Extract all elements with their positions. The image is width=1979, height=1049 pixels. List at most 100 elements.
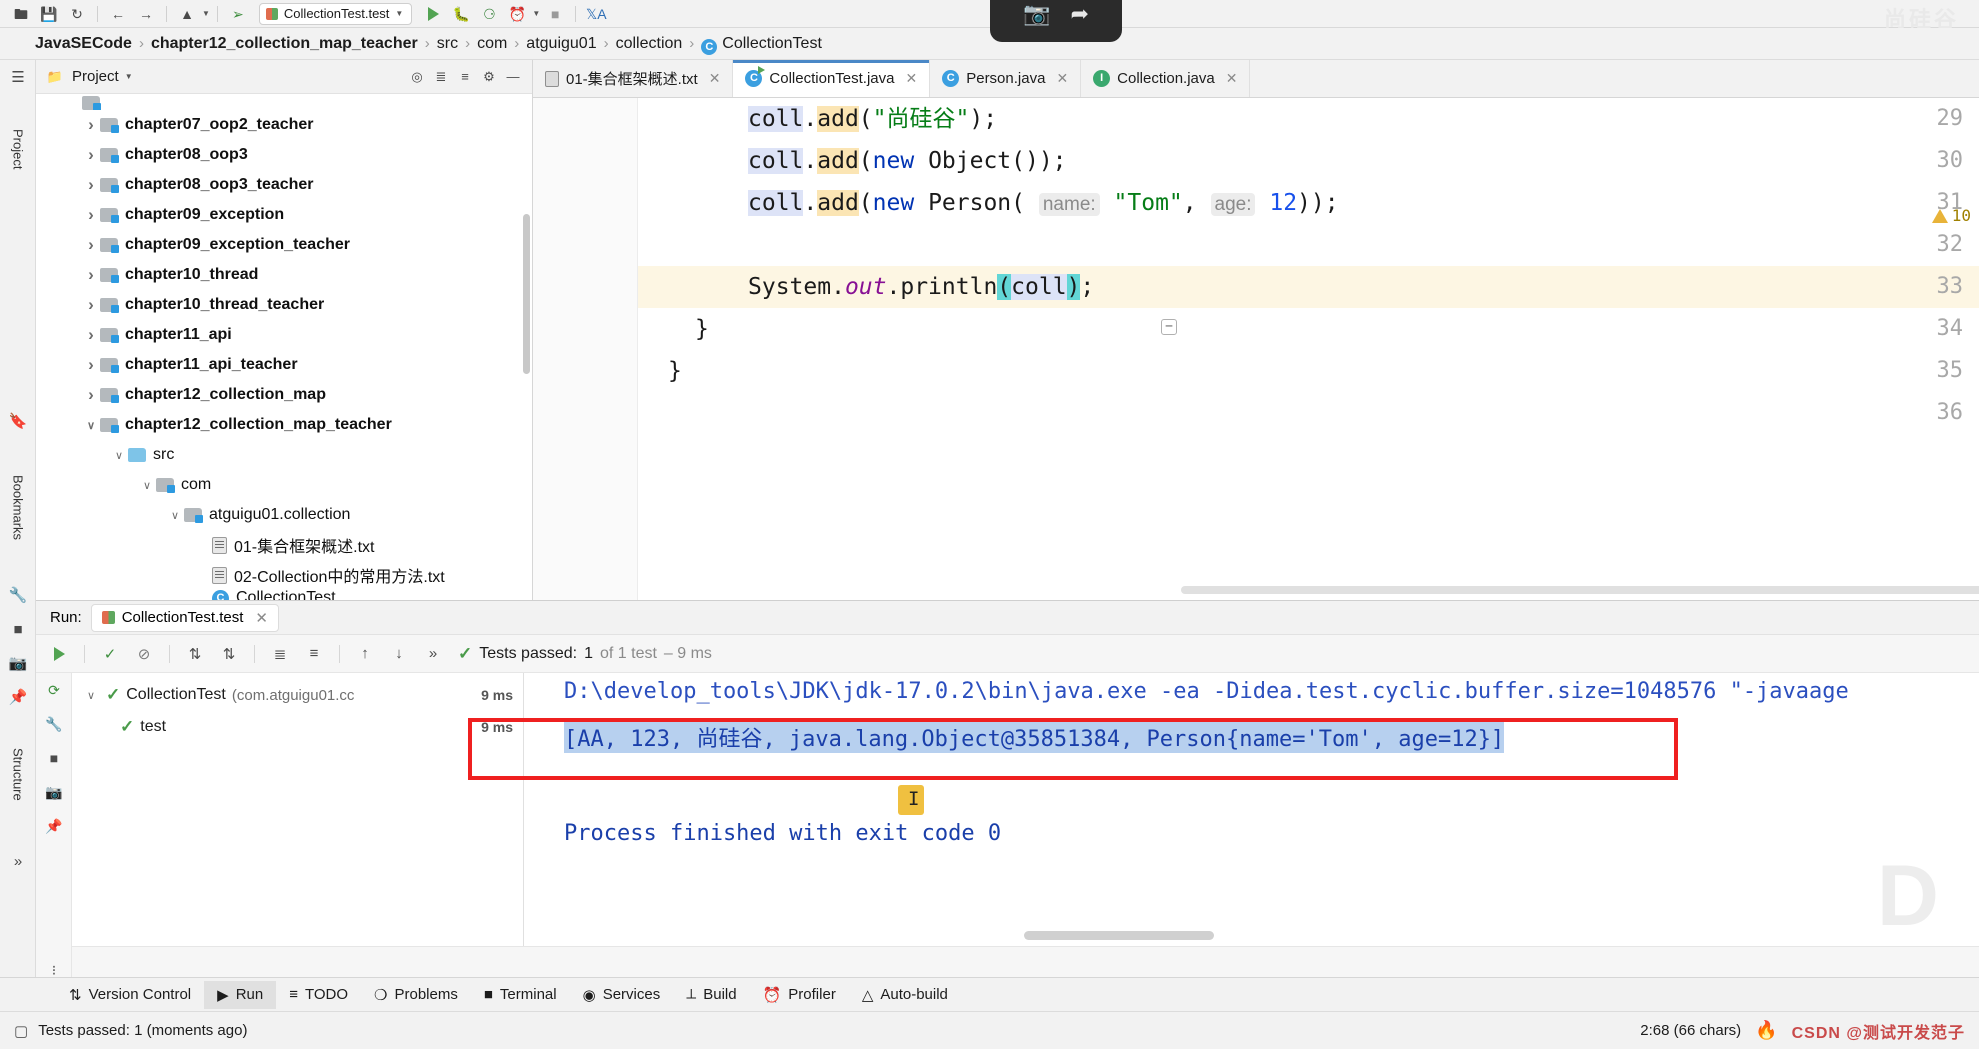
chevron-right-icon[interactable]	[82, 325, 100, 345]
sort-duration-icon[interactable]: ⇅	[214, 640, 244, 668]
tree-item-src[interactable]: src	[36, 440, 532, 470]
test-tree-method-row[interactable]: ✓ test 9 ms	[72, 711, 523, 743]
tab-collection-java[interactable]: I Collection.java ✕	[1081, 60, 1251, 97]
expand-all-icon[interactable]: ≣	[265, 640, 295, 668]
screen-capture-widget[interactable]: 📷 ➦	[990, 0, 1122, 42]
tree-item-02-txt[interactable]: 02-Collection中的常用方法.txt	[36, 560, 532, 590]
breadcrumb-item-collection[interactable]: collection	[609, 35, 690, 53]
bookmark-icon[interactable]: 🔖	[0, 404, 36, 438]
stop-square-icon[interactable]: ■	[0, 612, 36, 646]
rail-item-project[interactable]: Project	[0, 94, 36, 204]
chevron-down-icon[interactable]: ▼	[395, 9, 403, 18]
run-tab-collectiontest-test[interactable]: CollectionTest.test ✕	[90, 603, 279, 632]
tree-item-chapter12-collection-map-teacher[interactable]: chapter12_collection_map_teacher	[36, 410, 532, 440]
hide-icon[interactable]: —	[502, 66, 524, 88]
chevron-right-icon[interactable]	[82, 205, 100, 225]
sort-alpha-icon[interactable]: ⇅	[180, 640, 210, 668]
chevron-down-icon[interactable]	[138, 479, 156, 492]
bottom-item-profiler[interactable]: ⏰ Profiler	[750, 981, 849, 1009]
editor-horizontal-scrollbar[interactable]	[1181, 586, 1979, 594]
tree-item-atguigu01-collection[interactable]: atguigu01.collection	[36, 500, 532, 530]
tree-item-partial[interactable]	[82, 96, 532, 110]
tree-item-chapter08-oop3[interactable]: chapter08_oop3	[36, 140, 532, 170]
chevron-right-icon[interactable]	[82, 265, 100, 285]
close-icon[interactable]: ✕	[1056, 70, 1068, 87]
run-configuration-selector[interactable]: CollectionTest.test ▼	[258, 2, 413, 25]
close-icon[interactable]: ✕	[255, 609, 268, 627]
collapse-all-icon[interactable]: ≡	[299, 640, 329, 668]
stop-button[interactable]: ■	[542, 2, 568, 26]
tree-item-chapter08-oop3-teacher[interactable]: chapter08_oop3_teacher	[36, 170, 532, 200]
bottom-item-auto-build[interactable]: △ Auto-build	[849, 981, 961, 1009]
breadcrumb-item-atguigu01[interactable]: atguigu01	[519, 35, 603, 53]
breadcrumb-item-src[interactable]: src	[430, 35, 465, 53]
more-icon[interactable]: »	[0, 844, 36, 878]
close-icon[interactable]: ✕	[905, 70, 917, 87]
project-tree-scrollbar[interactable]	[523, 214, 530, 374]
chevron-down-icon[interactable]	[82, 419, 100, 432]
tree-item-chapter07-oop2-teacher[interactable]: chapter07_oop2_teacher	[36, 110, 532, 140]
bottom-item-build[interactable]: ⟂ Build	[673, 981, 749, 1008]
rerun-tests-icon[interactable]: ✓	[95, 640, 125, 668]
chevron-right-icon[interactable]	[82, 235, 100, 255]
record-arrow-icon[interactable]: ➦	[1070, 3, 1088, 25]
back-arrow-icon[interactable]: ←	[105, 2, 131, 26]
chevron-down-icon[interactable]: ▼	[125, 72, 133, 81]
test-results-tree[interactable]: ✓ CollectionTest (com.atguigu01.cc 9 ms …	[72, 673, 524, 946]
debug-button[interactable]: 🐛	[448, 2, 474, 26]
breadcrumb-item-class[interactable]: C CollectionTest	[694, 35, 829, 55]
run-with-coverage-button[interactable]: ⚆	[476, 2, 502, 26]
breadcrumb-item-com[interactable]: com	[470, 35, 514, 53]
chevron-down-icon[interactable]: ▼	[202, 9, 210, 18]
tree-item-chapter10-thread[interactable]: chapter10_thread	[36, 260, 532, 290]
chevron-down-icon[interactable]	[110, 449, 128, 462]
camera-icon[interactable]: 📷	[0, 646, 36, 680]
close-icon[interactable]: ✕	[709, 70, 721, 87]
bottom-item-version-control[interactable]: ⇅ Version Control	[56, 981, 204, 1009]
prev-icon[interactable]: ↑	[350, 640, 380, 668]
expand-all-icon[interactable]: ≣	[430, 66, 452, 88]
tab-01-txt[interactable]: 01-集合框架概述.txt ✕	[533, 60, 734, 97]
test-tree-root-row[interactable]: ✓ CollectionTest (com.atguigu01.cc 9 ms	[72, 679, 523, 711]
tab-person-java[interactable]: C Person.java ✕	[930, 60, 1082, 97]
tree-item-chapter11-api-teacher[interactable]: chapter11_api_teacher	[36, 350, 532, 380]
code-editor[interactable]: 29 30 31 32 33 34 35 36 coll.add("尚硅谷");…	[533, 98, 1979, 600]
bottom-item-todo[interactable]: ≡ TODO	[276, 981, 361, 1008]
collapse-all-icon[interactable]: ≡	[454, 66, 476, 88]
bottom-item-problems[interactable]: ❍ Problems	[361, 981, 471, 1009]
console-horizontal-scrollbar[interactable]	[1024, 931, 1214, 940]
chevron-right-icon[interactable]	[82, 355, 100, 375]
chevron-down-icon[interactable]	[82, 689, 100, 702]
chevron-down-icon[interactable]: ▼	[532, 9, 540, 18]
profile-button[interactable]: ⏰	[504, 2, 530, 26]
run-button[interactable]	[420, 2, 446, 26]
bottom-item-run[interactable]: ▶ Run	[204, 980, 277, 1009]
settings-gear-icon[interactable]: ⚙	[478, 66, 500, 88]
chevron-right-icon[interactable]	[82, 145, 100, 165]
save-icon[interactable]: 💾	[36, 2, 62, 26]
inspection-warning-indicator[interactable]: 10	[1931, 206, 1971, 225]
chevron-down-icon[interactable]	[166, 509, 184, 522]
wrench-settings-icon[interactable]: 🔧	[36, 707, 72, 741]
tree-item-com[interactable]: com	[36, 470, 532, 500]
wrench-icon[interactable]: 🔧	[0, 578, 36, 612]
breadcrumb-item-module[interactable]: chapter12_collection_map_teacher	[144, 35, 425, 53]
camera-icon[interactable]: 📷	[1023, 3, 1050, 25]
caret-position[interactable]: 2:68 (66 chars)	[1640, 1022, 1741, 1039]
tree-item-chapter09-exception[interactable]: chapter09_exception	[36, 200, 532, 230]
next-icon[interactable]: ↓	[384, 640, 414, 668]
code-fold-marker[interactable]: −	[1161, 319, 1177, 335]
tab-collectiontest-java[interactable]: C CollectionTest.java ✕	[733, 60, 931, 97]
ignored-tests-icon[interactable]: ⊘	[129, 640, 159, 668]
bottom-item-services[interactable]: ◉ Services	[570, 981, 674, 1009]
run-triangle-icon[interactable]	[44, 640, 74, 668]
rail-item-structure[interactable]: Structure	[0, 714, 36, 834]
sync-icon[interactable]: ↻	[64, 2, 90, 26]
pin-icon[interactable]: 📌	[36, 809, 72, 843]
tree-item-01-txt[interactable]: 01-集合框架概述.txt	[36, 530, 532, 560]
project-structure-icon[interactable]: ▲	[174, 2, 200, 26]
tree-item-chapter09-exception-teacher[interactable]: chapter09_exception_teacher	[36, 230, 532, 260]
tree-item-chapter11-api[interactable]: chapter11_api	[36, 320, 532, 350]
build-hammer-icon[interactable]: ➢	[225, 2, 251, 26]
translate-icon[interactable]: 𝕏A	[583, 2, 609, 26]
